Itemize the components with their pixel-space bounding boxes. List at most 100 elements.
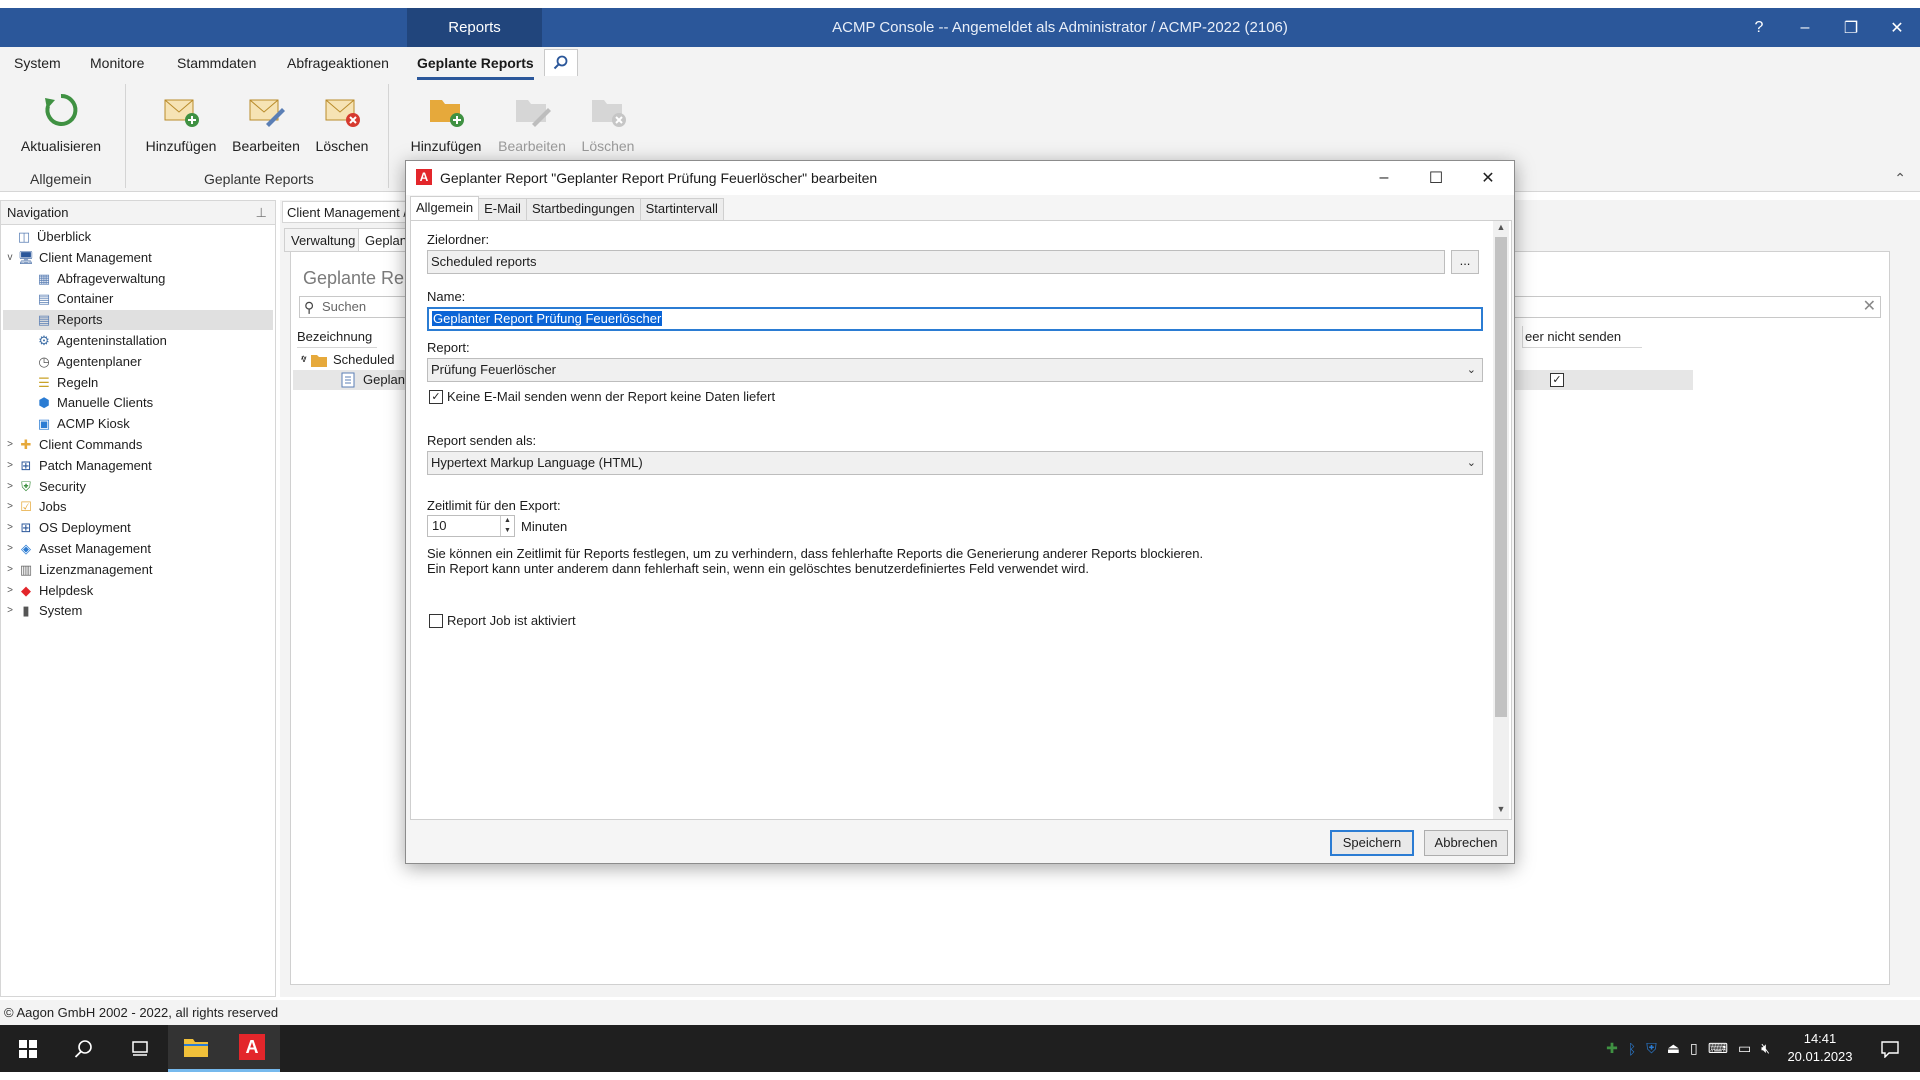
windows-taskbar: A ✚ ᛒ ⛨ ⏏ ▯ ⌨ ▭ 🔇︎ 14:41 20.01.2023 (0, 1025, 1920, 1072)
tab-verwaltung[interactable]: Verwaltung (284, 228, 363, 252)
ribbon-search-icon[interactable] (544, 49, 578, 76)
collapse-icon[interactable]: > (3, 477, 17, 497)
sidebar-item-acmp-kiosk[interactable]: ▣ ACMP Kiosk (35, 414, 130, 434)
tab-email[interactable]: E-Mail (478, 198, 527, 220)
delete-folder-button[interactable]: Löschen (578, 88, 638, 154)
sidebar-item-security[interactable]: > ⛨ Security (3, 477, 86, 497)
nav-item-icon: ⬢ (38, 395, 50, 411)
puzzle-icon[interactable]: ✚ (1606, 1040, 1618, 1057)
report-icon (341, 372, 359, 388)
collapse-ribbon-icon[interactable]: ⌃ (1894, 170, 1906, 187)
collapse-icon[interactable]: > (3, 435, 17, 455)
sidebar-item-client-management[interactable]: v 🖥︎ Client Management (3, 248, 152, 268)
send-as-select[interactable]: Hypertext Markup Language (HTML) ⌄ (427, 451, 1483, 475)
scroll-up-icon[interactable]: ▲ (1493, 222, 1509, 236)
usb-icon[interactable]: ⏏ (1667, 1040, 1680, 1057)
tab-stammdaten[interactable]: Stammdaten (177, 47, 256, 80)
edit-folder-button[interactable]: Bearbeiten (494, 88, 570, 154)
help-button[interactable]: ? (1736, 8, 1782, 47)
sidebar-item-system[interactable]: > ▮ System (3, 601, 82, 621)
no-mail-checkbox[interactable]: ✓ Keine E-Mail senden wenn der Report ke… (429, 389, 775, 404)
battery-icon[interactable]: ▯ (1690, 1040, 1698, 1057)
sidebar-item-regeln[interactable]: ☰ Regeln (35, 373, 98, 393)
delete-scheduled-report-button[interactable]: Löschen (310, 88, 374, 154)
report-select[interactable]: Prüfung Feuerlöscher ⌄ (427, 358, 1483, 382)
edit-scheduled-report-button[interactable]: Bearbeiten (228, 88, 304, 154)
pin-icon[interactable]: ⊥ (256, 201, 267, 225)
start-icon[interactable] (0, 1025, 56, 1072)
expand-icon[interactable]: v (3, 248, 17, 268)
name-input[interactable]: Geplanter Report Prüfung Feuerlöscher (427, 307, 1483, 331)
taskbar-clock[interactable]: 14:41 20.01.2023 (1780, 1030, 1860, 1066)
column-header-no-send[interactable]: eer nicht senden (1522, 326, 1642, 348)
column-header-name[interactable]: Bezeichnung ^ (297, 326, 377, 366)
close-button[interactable]: ✕ (1874, 8, 1920, 47)
bluetooth-icon[interactable]: ᛒ (1628, 1041, 1636, 1057)
timeout-stepper[interactable]: 10 ▲ ▼ (427, 515, 515, 537)
target-folder-field[interactable]: Scheduled reports (427, 250, 1445, 274)
notification-icon[interactable] (1870, 1025, 1910, 1072)
clear-search-icon[interactable]: ✕ (1863, 297, 1876, 317)
collapse-icon[interactable]: > (3, 601, 17, 621)
sidebar-item-reports[interactable]: ▤ Reports (3, 310, 273, 331)
nav-item-icon: ◈ (21, 541, 31, 556)
expand-icon[interactable]: v (297, 350, 311, 370)
no-send-checkbox[interactable]: ✓ (1550, 373, 1564, 387)
tab-allgemein[interactable]: Allgemein (410, 196, 480, 220)
scrollbar-thumb[interactable] (1495, 237, 1507, 717)
keyboard-icon[interactable]: ⌨ (1708, 1040, 1728, 1057)
stepper-arrows-icon[interactable]: ▲ ▼ (500, 516, 514, 536)
nav-item-icon: ◫ (17, 229, 31, 244)
collapse-icon[interactable]: > (3, 497, 17, 517)
shield-icon[interactable]: ⛨ (1646, 1040, 1657, 1057)
scroll-down-icon[interactable]: ▼ (1493, 804, 1509, 818)
sidebar-item-patch-management[interactable]: > ⊞ Patch Management (3, 456, 152, 476)
tab-system[interactable]: System (14, 47, 61, 80)
collapse-icon[interactable]: > (3, 560, 17, 580)
acmp-console-icon[interactable]: A (224, 1025, 280, 1072)
sidebar-item-agenteninstallation[interactable]: ⚙ Agenteninstallation (35, 331, 167, 351)
browse-folder-button[interactable]: ... (1451, 250, 1479, 274)
sidebar-item-abfrageverwaltung[interactable]: ▦ Abfrageverwaltung (35, 269, 166, 289)
dialog-tabs: Allgemein E-Mail Startbedingungen Starti… (410, 196, 724, 220)
sidebar-item-manuelle-clients[interactable]: ⬢ Manuelle Clients (35, 393, 153, 413)
sidebar-item-container[interactable]: ▤ Container (35, 289, 114, 309)
sidebar-item-agentenplaner[interactable]: ◷ Agentenplaner (35, 352, 141, 372)
sidebar-item-lizenzmanagement[interactable]: > ▥ Lizenzmanagement (3, 560, 152, 580)
tab-abfrageaktionen[interactable]: Abfrageaktionen (287, 47, 389, 80)
collapse-icon[interactable]: > (3, 518, 17, 538)
add-scheduled-report-button[interactable]: Hinzufügen (140, 88, 222, 154)
tab-monitore[interactable]: Monitore (90, 47, 144, 80)
task-view-icon[interactable] (112, 1025, 168, 1072)
collapse-icon[interactable]: > (3, 456, 17, 476)
add-folder-button[interactable]: Hinzufügen (405, 88, 487, 154)
tab-geplante-reports[interactable]: Geplante Reports (417, 47, 534, 80)
dialog-close-button[interactable]: ✕ (1462, 161, 1514, 195)
context-tab-reports[interactable]: Reports (407, 8, 542, 47)
nav-item-icon: ▤ (37, 312, 51, 328)
dialog-scrollbar[interactable]: ▲ ▼ (1493, 221, 1509, 819)
sidebar-item-helpdesk[interactable]: > ◆ Helpdesk (3, 581, 93, 601)
save-button[interactable]: Speichern (1330, 830, 1414, 856)
restore-button[interactable]: ❐ (1828, 8, 1874, 47)
cancel-button[interactable]: Abbrechen (1424, 830, 1508, 856)
refresh-button[interactable]: Aktualisieren (20, 88, 102, 154)
sidebar-item-os-deployment[interactable]: > ⊞ OS Deployment (3, 518, 131, 538)
network-icon[interactable]: ▭ (1738, 1040, 1751, 1057)
tab-startbedingungen[interactable]: Startbedingungen (525, 198, 641, 220)
collapse-icon[interactable]: > (3, 581, 17, 601)
file-explorer-icon[interactable] (168, 1025, 224, 1072)
sidebar-item-jobs[interactable]: > ☑ Jobs (3, 497, 66, 517)
dialog-maximize-button[interactable]: ☐ (1410, 161, 1462, 195)
sidebar-item-client-commands[interactable]: > ✚ Client Commands (3, 435, 142, 455)
tree-row-folder[interactable]: v Scheduled (297, 350, 417, 370)
tab-startintervall[interactable]: Startintervall (639, 198, 724, 220)
dialog-minimize-button[interactable]: – (1358, 161, 1410, 195)
search-icon[interactable] (56, 1025, 112, 1072)
collapse-icon[interactable]: > (3, 539, 17, 559)
sidebar-item-überblick[interactable]: ◫ Überblick (15, 227, 91, 247)
volume-muted-icon[interactable]: 🔇︎ (1761, 1040, 1770, 1057)
sidebar-item-asset-management[interactable]: > ◈ Asset Management (3, 539, 151, 559)
minimize-button[interactable]: – (1782, 8, 1828, 47)
job-active-checkbox[interactable]: Report Job ist aktiviert (429, 613, 576, 628)
